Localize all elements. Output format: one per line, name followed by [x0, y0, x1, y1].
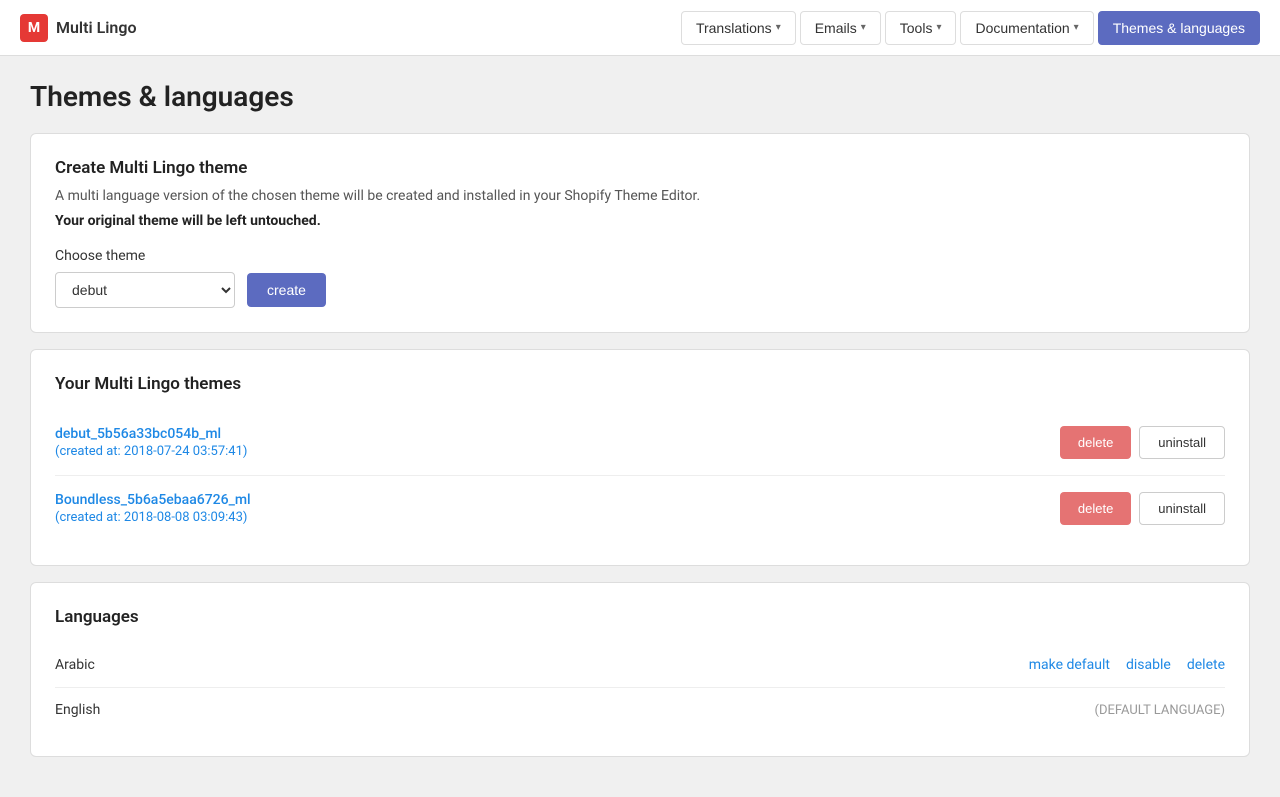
theme-date-2: (created at: 2018-08-08 03:09:43): [55, 510, 1060, 525]
nav-tools[interactable]: Tools ▾: [885, 11, 957, 45]
create-theme-desc1: A multi language version of the chosen t…: [55, 186, 1225, 207]
theme-info-1: debut_5b56a33bc054b_ml (created at: 2018…: [55, 426, 1060, 459]
chevron-down-icon: ▾: [936, 22, 941, 33]
main-content: Themes & languages Create Multi Lingo th…: [0, 56, 1280, 797]
default-language-badge: (DEFAULT LANGUAGE): [1095, 703, 1225, 718]
main-nav: Translations ▾ Emails ▾ Tools ▾ Document…: [681, 11, 1260, 45]
themes-card: Your Multi Lingo themes debut_5b56a33bc0…: [30, 349, 1250, 566]
delete-link-arabic[interactable]: delete: [1187, 657, 1225, 673]
nav-emails[interactable]: Emails ▾: [800, 11, 881, 45]
nav-tools-label: Tools: [900, 20, 933, 36]
nav-translations[interactable]: Translations ▾: [681, 11, 796, 45]
theme-name-2[interactable]: Boundless_5b6a5ebaa6726_ml: [55, 492, 251, 508]
delete-button-1[interactable]: delete: [1060, 426, 1131, 459]
theme-actions-1: delete uninstall: [1060, 426, 1225, 459]
language-item-arabic: Arabic make default disable delete: [55, 643, 1225, 688]
language-item-english: English (DEFAULT LANGUAGE): [55, 688, 1225, 732]
chevron-down-icon: ▾: [776, 22, 781, 33]
nav-documentation[interactable]: Documentation ▾: [960, 11, 1093, 45]
theme-name-1[interactable]: debut_5b56a33bc054b_ml: [55, 426, 221, 442]
nav-documentation-label: Documentation: [975, 20, 1069, 36]
logo-area: M Multi Lingo: [20, 14, 137, 42]
chevron-down-icon: ▾: [861, 22, 866, 33]
uninstall-button-2[interactable]: uninstall: [1139, 492, 1225, 525]
language-name-arabic: Arabic: [55, 657, 1029, 673]
lang-actions-english: (DEFAULT LANGUAGE): [1095, 703, 1225, 718]
choose-theme-label: Choose theme: [55, 248, 1225, 264]
nav-themes-languages-label: Themes & languages: [1113, 20, 1245, 36]
make-default-link-arabic[interactable]: make default: [1029, 657, 1110, 673]
delete-button-2[interactable]: delete: [1060, 492, 1131, 525]
logo-letter: M: [28, 20, 40, 36]
theme-item: Boundless_5b6a5ebaa6726_ml (created at: …: [55, 476, 1225, 541]
logo-icon: M: [20, 14, 48, 42]
languages-section-title: Languages: [55, 607, 1225, 627]
language-name-english: English: [55, 702, 1095, 718]
create-button[interactable]: create: [247, 273, 326, 307]
theme-info-2: Boundless_5b6a5ebaa6726_ml (created at: …: [55, 492, 1060, 525]
page-title: Themes & languages: [30, 80, 1250, 113]
nav-emails-label: Emails: [815, 20, 857, 36]
theme-date-1: (created at: 2018-07-24 03:57:41): [55, 444, 1060, 459]
chevron-down-icon: ▾: [1074, 22, 1079, 33]
header: M Multi Lingo Translations ▾ Emails ▾ To…: [0, 0, 1280, 56]
create-theme-desc2: Your original theme will be left untouch…: [55, 211, 1225, 232]
theme-select[interactable]: debut Boundless Supply: [55, 272, 235, 308]
create-theme-title: Create Multi Lingo theme: [55, 158, 1225, 178]
theme-actions-2: delete uninstall: [1060, 492, 1225, 525]
disable-link-arabic[interactable]: disable: [1126, 657, 1171, 673]
app-name: Multi Lingo: [56, 18, 137, 37]
languages-card: Languages Arabic make default disable de…: [30, 582, 1250, 757]
lang-actions-arabic: make default disable delete: [1029, 657, 1225, 673]
uninstall-button-1[interactable]: uninstall: [1139, 426, 1225, 459]
theme-item: debut_5b56a33bc054b_ml (created at: 2018…: [55, 410, 1225, 476]
nav-themes-languages[interactable]: Themes & languages: [1098, 11, 1260, 45]
create-theme-card: Create Multi Lingo theme A multi languag…: [30, 133, 1250, 333]
themes-section-title: Your Multi Lingo themes: [55, 374, 1225, 394]
nav-translations-label: Translations: [696, 20, 772, 36]
create-theme-row: debut Boundless Supply create: [55, 272, 1225, 308]
